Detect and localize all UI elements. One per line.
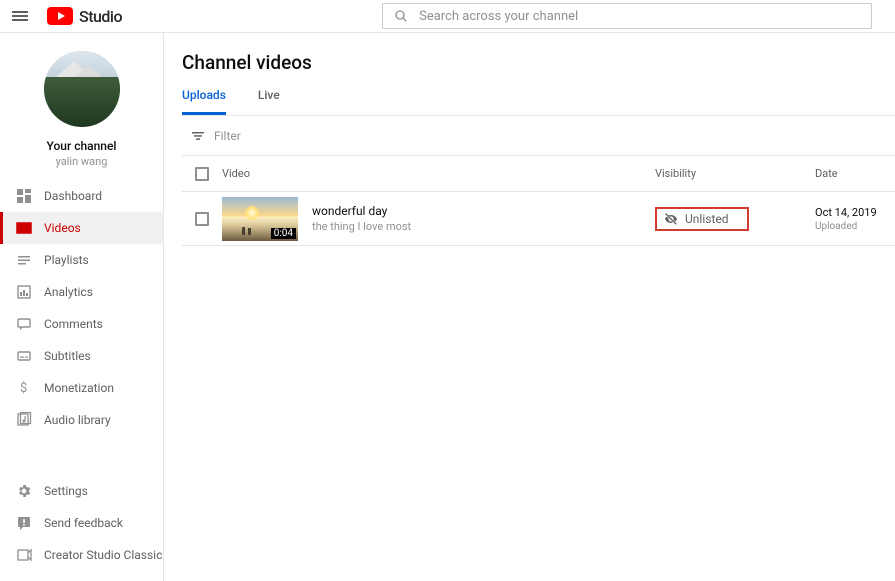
channel-label: Your channel [0, 139, 163, 153]
video-title[interactable]: wonderful day [312, 204, 655, 218]
classic-studio-icon [16, 547, 44, 563]
sidebar-item-label: Subtitles [44, 349, 91, 363]
feedback-icon [16, 515, 44, 531]
sidebar-item-label: Send feedback [44, 516, 123, 530]
sidebar-item-label: Settings [44, 484, 88, 498]
sidebar-item-classic[interactable]: Creator Studio Classic [0, 539, 163, 571]
subtitles-icon [16, 348, 44, 364]
studio-logo[interactable]: Studio [47, 7, 122, 26]
video-duration: 0:04 [271, 228, 296, 239]
visibility-label: Unlisted [685, 212, 729, 226]
sidebar-item-monetization[interactable]: $ Monetization [0, 372, 163, 404]
upload-status: Uploaded [815, 221, 883, 232]
sidebar-item-label: Analytics [44, 285, 93, 299]
tab-live[interactable]: Live [258, 88, 280, 115]
video-description: the thing I love most [312, 220, 655, 233]
sidebar-item-analytics[interactable]: Analytics [0, 276, 163, 308]
search-icon [393, 8, 409, 24]
menu-icon [12, 9, 28, 23]
unlisted-icon [663, 211, 679, 227]
sidebar-item-label: Comments [44, 317, 103, 331]
audio-library-icon [16, 412, 44, 428]
sidebar-item-label: Audio library [44, 413, 111, 427]
table-row[interactable]: 0:04 wonderful day the thing I love most… [182, 192, 895, 246]
sidebar-item-dashboard[interactable]: Dashboard [0, 180, 163, 212]
sidebar-item-settings[interactable]: Settings [0, 475, 163, 507]
video-thumbnail[interactable]: 0:04 [222, 197, 298, 241]
sidebar-item-label: Monetization [44, 381, 114, 395]
videos-icon [16, 220, 44, 236]
column-visibility[interactable]: Visibility [655, 167, 815, 180]
visibility-cell[interactable]: Unlisted [655, 207, 749, 231]
filter-input[interactable] [214, 129, 370, 143]
sidebar-item-videos[interactable]: Videos [0, 212, 163, 244]
channel-block[interactable]: Your channel yalin wang [0, 33, 163, 180]
channel-avatar [44, 51, 120, 127]
tab-uploads[interactable]: Uploads [182, 88, 226, 115]
sidebar-item-label: Dashboard [44, 189, 102, 203]
analytics-icon [16, 284, 44, 300]
sidebar-item-label: Videos [44, 221, 81, 235]
page-title: Channel videos [182, 51, 895, 74]
youtube-play-icon [47, 7, 73, 25]
table-header: Video Visibility Date [182, 156, 895, 192]
channel-name: yalin wang [0, 155, 163, 168]
sidebar-item-label: Creator Studio Classic [44, 548, 162, 562]
sidebar-item-comments[interactable]: Comments [0, 308, 163, 340]
hamburger-menu-button[interactable] [0, 9, 40, 23]
search-input[interactable] [419, 9, 871, 24]
dashboard-icon [16, 188, 44, 204]
sidebar-item-playlists[interactable]: Playlists [0, 244, 163, 276]
logo-text: Studio [79, 7, 122, 26]
search-box[interactable] [382, 3, 872, 29]
upload-date: Oct 14, 2019 [815, 206, 883, 219]
gear-icon [16, 483, 44, 499]
column-video[interactable]: Video [222, 167, 655, 180]
monetization-icon: $ [16, 380, 44, 396]
sidebar-item-feedback[interactable]: Send feedback [0, 507, 163, 539]
row-checkbox[interactable] [195, 212, 209, 226]
playlists-icon [16, 252, 44, 268]
sidebar-item-audio-library[interactable]: Audio library [0, 404, 163, 436]
sidebar-item-label: Playlists [44, 253, 89, 267]
comments-icon [16, 316, 44, 332]
svg-text:$: $ [20, 381, 27, 396]
date-cell: Oct 14, 2019 Uploaded [815, 206, 895, 232]
sidebar-item-subtitles[interactable]: Subtitles [0, 340, 163, 372]
filter-icon[interactable] [182, 128, 214, 144]
column-date[interactable]: Date [815, 167, 895, 180]
select-all-checkbox[interactable] [195, 167, 209, 181]
